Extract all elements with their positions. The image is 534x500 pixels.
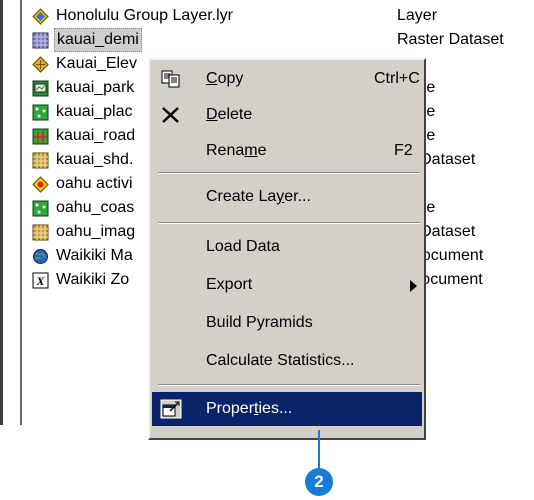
svg-text:X: X [35, 274, 45, 288]
event-layer-icon [32, 176, 49, 193]
menu-item-properties[interactable]: Properties... [152, 392, 422, 426]
menu-item-rename[interactable]: Rename F2 [152, 134, 422, 168]
item-name: oahu_imag [56, 223, 136, 240]
layer-diamond-icon [32, 56, 49, 73]
callout-pointer-line [318, 430, 320, 470]
menu-label-part: Rena [206, 142, 245, 159]
item-name: kauai_road [56, 127, 136, 144]
item-name: kauai_demi [54, 28, 142, 52]
item-type: Raster Dataset [397, 31, 504, 48]
menu-label: Load Data [206, 238, 280, 255]
item-name: oahu_coas [56, 199, 135, 216]
item-name: Waikiki Ma [56, 247, 133, 264]
item-name: Honolulu Group Layer.lyr [56, 7, 233, 24]
pane-divider [20, 0, 22, 425]
menu-label: Export [206, 276, 253, 293]
menu-item-load-data[interactable]: Load Data [152, 230, 422, 264]
item-name: kauai_park [56, 79, 135, 96]
item-name: kauai_shd. [56, 151, 134, 168]
item-type: Layer [397, 7, 438, 24]
menu-accelerator: D [206, 106, 218, 123]
point-shapefile-icon [32, 104, 49, 121]
map-document-icon [33, 249, 48, 264]
delete-icon [162, 107, 179, 123]
polygon-shapefile-icon [32, 80, 49, 97]
menu-shortcut: F2 [394, 142, 413, 159]
menu-label-part: opy [217, 70, 244, 87]
menu-item-build-pyramids[interactable]: Build Pyramids [152, 306, 422, 340]
menu-item-create-layer[interactable]: Create Layer... [152, 180, 422, 214]
menu-label-part: elete [217, 106, 253, 123]
menu-separator [158, 222, 420, 224]
item-name: oahu activi [56, 175, 133, 192]
properties-icon [160, 399, 182, 419]
menu-label-part: ies... [258, 400, 293, 417]
menu-shortcut: Ctrl+C [374, 70, 420, 87]
point-shapefile-icon [32, 200, 49, 217]
raster-icon [32, 152, 49, 169]
raster-icon [32, 32, 49, 49]
group-layer-icon [32, 8, 49, 25]
menu-label: Calculate Statistics... [206, 352, 355, 369]
item-name: Kauai_Elev [56, 55, 137, 72]
menu-separator [158, 172, 420, 174]
menu-accelerator: C [206, 70, 218, 87]
menu-accelerator: m [244, 142, 258, 159]
menu-label-part: e [257, 142, 267, 159]
menu-separator [158, 384, 420, 386]
step-callout-badge: 2 [305, 468, 333, 496]
item-name: kauai_plac [56, 103, 133, 120]
window-border-left [0, 0, 3, 425]
xml-document-icon: X [32, 272, 49, 289]
menu-item-calculate-statistics[interactable]: Calculate Statistics... [152, 344, 422, 378]
menu-label-part: er... [284, 188, 311, 205]
context-menu: Copy Ctrl+C Delete Rename F2 Create Laye… [148, 58, 426, 440]
raster-icon [32, 224, 49, 241]
item-name: Waikiki Zo [56, 271, 130, 288]
line-shapefile-icon [32, 128, 49, 145]
copy-icon [161, 70, 180, 88]
menu-item-export[interactable]: Export [152, 268, 422, 302]
menu-item-delete[interactable]: Delete [152, 98, 422, 132]
menu-item-copy[interactable]: Copy Ctrl+C [152, 62, 422, 96]
menu-label-part: Create La [206, 188, 277, 205]
menu-label-part: Proper [206, 400, 255, 417]
menu-label: Build Pyramids [206, 314, 313, 331]
submenu-arrow-icon [410, 280, 417, 292]
